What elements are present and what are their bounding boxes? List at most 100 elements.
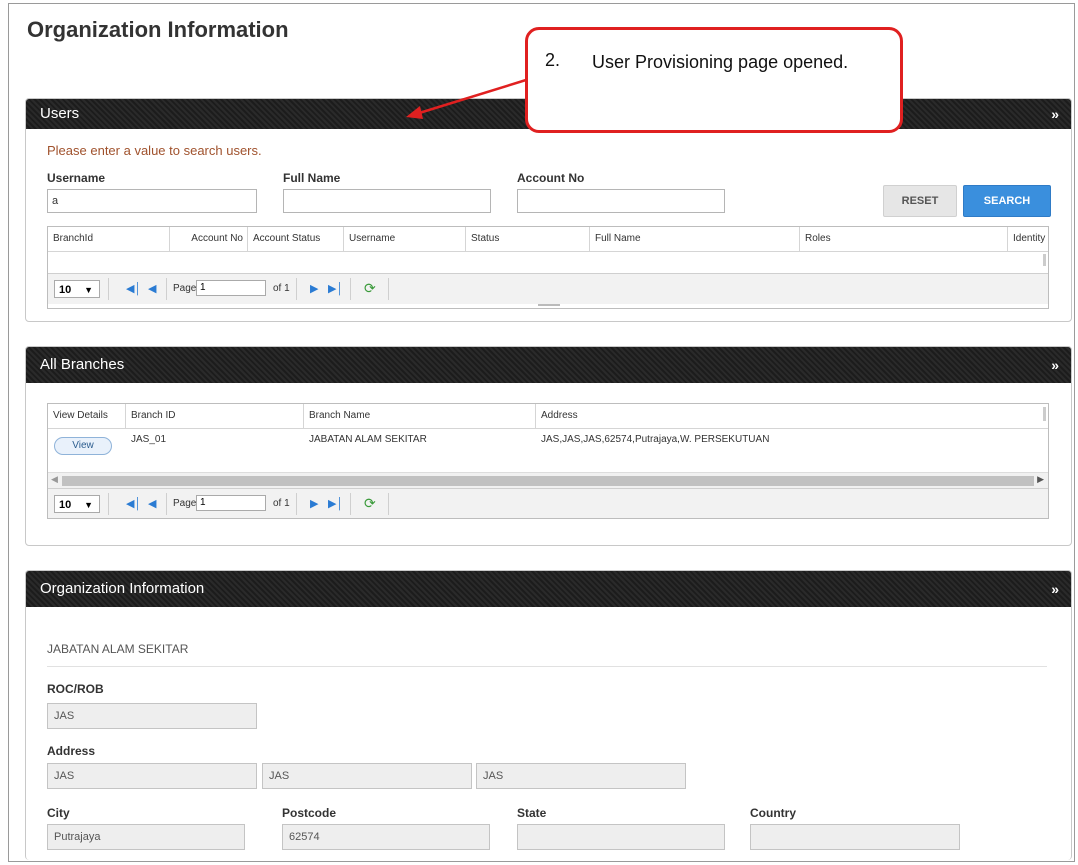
reset-button[interactable]: RESET xyxy=(883,185,957,217)
col-identity[interactable]: Identity xyxy=(1008,227,1048,251)
refresh-icon[interactable]: ⟳ xyxy=(364,280,376,297)
first-page-icon[interactable]: ◀│ xyxy=(126,282,141,295)
state-label: State xyxy=(517,806,547,820)
address-line3-field[interactable]: JAS xyxy=(476,763,686,789)
org-panel: Organization Information » JABATAN ALAM … xyxy=(25,570,1072,860)
users-pager: 10 ▼ ◀│ ◀ Page 1 of 1 ▶ ▶│ ⟳ xyxy=(48,273,1048,304)
callout-number: 2. xyxy=(545,50,561,70)
page-of-label: of 1 xyxy=(273,498,290,509)
pager-separator xyxy=(166,278,167,300)
last-page-icon[interactable]: ▶│ xyxy=(328,497,343,510)
page-size-select[interactable]: 10 ▼ xyxy=(54,495,100,513)
state-field[interactable] xyxy=(517,824,725,850)
postcode-label: Postcode xyxy=(282,806,337,820)
account-input[interactable] xyxy=(517,189,725,213)
refresh-icon[interactable]: ⟳ xyxy=(364,495,376,512)
users-grid: BranchId Account No Account Status Usern… xyxy=(47,226,1049,309)
horizontal-scrollbar[interactable]: ◀ ▶ xyxy=(48,472,1048,489)
city-label: City xyxy=(47,806,70,820)
pager-separator xyxy=(108,493,109,515)
page-title: Organization Information xyxy=(27,17,289,42)
page-label: Page xyxy=(173,498,197,509)
first-page-icon[interactable]: ◀│ xyxy=(126,497,141,510)
page-label: Page xyxy=(173,283,197,294)
callout-text: User Provisioning page opened. xyxy=(592,52,849,72)
pager-separator xyxy=(296,278,297,300)
username-input[interactable]: a xyxy=(47,189,257,213)
col-roles[interactable]: Roles xyxy=(800,227,1008,251)
double-chevron-down-icon[interactable]: » xyxy=(1051,99,1059,129)
page-size-value: 10 xyxy=(59,284,72,296)
country-label: Country xyxy=(750,806,796,820)
page-number-input[interactable]: 1 xyxy=(196,280,266,296)
page-of-label: of 1 xyxy=(273,283,290,294)
branches-pager: 10 ▼ ◀│ ◀ Page 1 of 1 ▶ ▶│ ⟳ xyxy=(48,488,1048,518)
divider xyxy=(47,666,1047,667)
username-label: Username xyxy=(47,171,106,185)
address-line1-field[interactable]: JAS xyxy=(47,763,257,789)
org-panel-title: Organization Information xyxy=(40,580,205,597)
next-page-icon[interactable]: ▶ xyxy=(310,282,318,295)
next-page-icon[interactable]: ▶ xyxy=(310,497,318,510)
branch-name-cell: JABATAN ALAM SEKITAR xyxy=(309,434,427,445)
col-branch-name[interactable]: Branch Name xyxy=(304,404,536,428)
double-chevron-down-icon[interactable]: » xyxy=(1051,347,1059,383)
roc-field[interactable]: JAS xyxy=(47,703,257,729)
postcode-field[interactable]: 62574 xyxy=(282,824,490,850)
col-account-no[interactable]: Account No xyxy=(170,227,248,251)
dropdown-arrow-icon: ▼ xyxy=(84,285,93,295)
prev-page-icon[interactable]: ◀ xyxy=(148,282,156,295)
last-page-icon[interactable]: ▶│ xyxy=(328,282,343,295)
scroll-thumb[interactable] xyxy=(62,476,1034,486)
col-username[interactable]: Username xyxy=(344,227,466,251)
resize-handle[interactable] xyxy=(538,304,560,306)
col-full-name[interactable]: Full Name xyxy=(590,227,800,251)
search-button[interactable]: SEARCH xyxy=(963,185,1051,217)
view-button[interactable]: View xyxy=(54,437,112,455)
double-chevron-down-icon[interactable]: » xyxy=(1051,571,1059,607)
fullname-label: Full Name xyxy=(283,171,341,185)
branch-id-cell: JAS_01 xyxy=(131,434,167,445)
prev-page-icon[interactable]: ◀ xyxy=(148,497,156,510)
branches-panel-title: All Branches xyxy=(40,356,125,373)
address-line2-field[interactable]: JAS xyxy=(262,763,472,789)
scroll-right-icon[interactable]: ▶ xyxy=(1037,474,1044,485)
col-account-status[interactable]: Account Status xyxy=(248,227,344,251)
org-name: JABATAN ALAM SEKITAR xyxy=(47,642,189,656)
col-status[interactable]: Status xyxy=(466,227,590,251)
col-address[interactable]: Address xyxy=(536,404,1041,428)
country-field[interactable] xyxy=(750,824,960,850)
address-cell: JAS,JAS,JAS,62574,Putrajaya,W. PERSEKUTU… xyxy=(541,434,770,445)
fullname-input[interactable] xyxy=(283,189,491,213)
pager-separator xyxy=(388,493,389,515)
vertical-scrollbar[interactable] xyxy=(1043,407,1046,421)
pager-separator xyxy=(296,493,297,515)
search-hint: Please enter a value to search users. xyxy=(47,143,262,158)
page-size-value: 10 xyxy=(59,499,72,511)
vertical-scrollbar[interactable] xyxy=(1043,254,1046,266)
pager-separator xyxy=(166,493,167,515)
grid-header-divider xyxy=(48,251,1048,252)
callout-box: 2. User Provisioning page opened. xyxy=(525,27,903,133)
users-panel-title: Users xyxy=(40,105,80,122)
pager-separator xyxy=(350,278,351,300)
scroll-left-icon[interactable]: ◀ xyxy=(51,474,58,485)
dropdown-arrow-icon: ▼ xyxy=(84,500,93,510)
pager-separator xyxy=(108,278,109,300)
page-size-select[interactable]: 10 ▼ xyxy=(54,280,100,298)
city-field[interactable]: Putrajaya xyxy=(47,824,245,850)
pager-separator xyxy=(350,493,351,515)
roc-label: ROC/ROB xyxy=(47,682,104,696)
table-row[interactable]: View JAS_01 JABATAN ALAM SEKITAR JAS,JAS… xyxy=(48,429,1048,465)
page-number-input[interactable]: 1 xyxy=(196,495,266,511)
branches-panel-header[interactable]: All Branches » xyxy=(26,347,1071,383)
branches-grid: View Details Branch ID Branch Name Addre… xyxy=(47,403,1049,519)
org-panel-header[interactable]: Organization Information » xyxy=(26,571,1071,607)
pager-separator xyxy=(388,278,389,300)
col-branchid[interactable]: BranchId xyxy=(48,227,170,251)
col-view-details[interactable]: View Details xyxy=(48,404,126,428)
account-label: Account No xyxy=(517,171,585,185)
branches-panel: All Branches » View Details Branch ID Br… xyxy=(25,346,1072,546)
address-label: Address xyxy=(47,744,96,758)
col-branch-id[interactable]: Branch ID xyxy=(126,404,304,428)
